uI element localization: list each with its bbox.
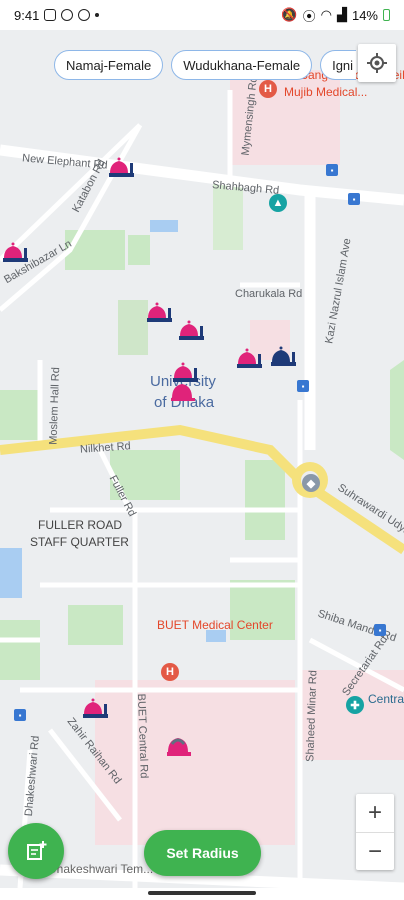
my-location-button[interactable] bbox=[358, 44, 396, 82]
place-label-centra: Centra bbox=[368, 692, 404, 706]
crosshair-icon bbox=[367, 53, 387, 73]
water-area bbox=[150, 220, 178, 232]
mosque-female-marker-icon[interactable] bbox=[168, 374, 198, 404]
signal-icon: ▟ bbox=[336, 7, 347, 22]
filter-chip-wudukhana-female[interactable]: Wudukhana-Female bbox=[171, 50, 313, 80]
hospital-icon[interactable]: H bbox=[259, 80, 277, 98]
bus-stop-icon[interactable]: ▪ bbox=[14, 709, 26, 721]
filter-chip-namaj-female[interactable]: Namaj-Female bbox=[54, 50, 164, 80]
mosque-female-marker-icon[interactable] bbox=[80, 692, 110, 722]
more-notifications-icon bbox=[95, 13, 100, 17]
park-area bbox=[245, 460, 285, 540]
mute-icon: 🔕 bbox=[281, 7, 298, 22]
mosque-female-marker-icon[interactable] bbox=[176, 314, 206, 344]
place-label-dhakeshwari-temple: Dhakeshwari Tem... bbox=[48, 862, 154, 876]
place-label-fuller-quarter-1: FULLER ROAD bbox=[38, 518, 123, 532]
place-label-buet-medical: BUET Medical Center bbox=[157, 618, 273, 632]
mosque-female-marker-icon[interactable] bbox=[0, 236, 30, 266]
status-bar: 9:41 🔕 ⦿ ◠ ▟ 14% bbox=[0, 0, 404, 30]
filter-chip-row: Namaj-Female Wudukhana-Female Igni bbox=[54, 50, 357, 80]
zoom-controls: + − bbox=[356, 794, 394, 870]
filter-chip-third[interactable]: Igni bbox=[320, 50, 357, 80]
zoom-out-button[interactable]: − bbox=[356, 833, 394, 871]
location-status-icon: ⦿ bbox=[302, 8, 316, 24]
bus-stop-icon[interactable]: ▪ bbox=[326, 164, 338, 176]
bus-stop-icon[interactable]: ▪ bbox=[348, 193, 360, 205]
hospital-icon[interactable]: H bbox=[161, 663, 179, 681]
mosque-female-marker-icon[interactable] bbox=[234, 342, 264, 372]
app-notification-icon bbox=[44, 9, 57, 21]
set-radius-button[interactable]: Set Radius bbox=[144, 830, 261, 876]
park-area bbox=[0, 390, 40, 440]
gesture-handle[interactable] bbox=[148, 891, 256, 895]
bus-stop-icon[interactable]: ▪ bbox=[374, 624, 386, 636]
mosque-male-marker-icon[interactable] bbox=[268, 340, 298, 370]
battery-icon bbox=[383, 9, 390, 21]
add-post-fab[interactable] bbox=[8, 823, 64, 879]
place-icon[interactable]: ✚ bbox=[346, 696, 364, 714]
zoom-in-button[interactable]: + bbox=[356, 794, 394, 833]
water-area bbox=[0, 548, 22, 598]
park-area bbox=[128, 235, 150, 265]
mosque-female-marker-icon[interactable] bbox=[164, 730, 194, 760]
messenger-icon bbox=[61, 9, 74, 21]
place-icon[interactable]: ▲ bbox=[269, 194, 287, 212]
mosque-female-marker-icon[interactable] bbox=[144, 296, 174, 326]
park-area bbox=[65, 230, 125, 270]
bus-stop-icon[interactable]: ▪ bbox=[297, 380, 309, 392]
mosque-female-marker-icon[interactable] bbox=[106, 151, 136, 181]
map-view[interactable]: New Elephant Rd Shahbagh Rd Katabon Rd N… bbox=[0, 30, 404, 888]
wifi-icon: ◠ bbox=[320, 7, 332, 22]
data-saver-icon bbox=[78, 9, 91, 21]
add-note-icon bbox=[27, 841, 47, 860]
landmark-icon[interactable]: ◆ bbox=[302, 474, 320, 492]
medical-area bbox=[95, 680, 295, 845]
park-area bbox=[390, 360, 404, 460]
park-area bbox=[0, 620, 40, 680]
place-label-mujib-medical: Mujib Medical... bbox=[284, 85, 368, 99]
battery-percent: 14% bbox=[351, 7, 378, 23]
road-label-charukala: Charukala Rd bbox=[235, 288, 303, 300]
place-label-fuller-quarter-2: STAFF QUARTER bbox=[30, 535, 129, 549]
park-area bbox=[68, 605, 123, 645]
status-time: 9:41 bbox=[14, 7, 40, 23]
